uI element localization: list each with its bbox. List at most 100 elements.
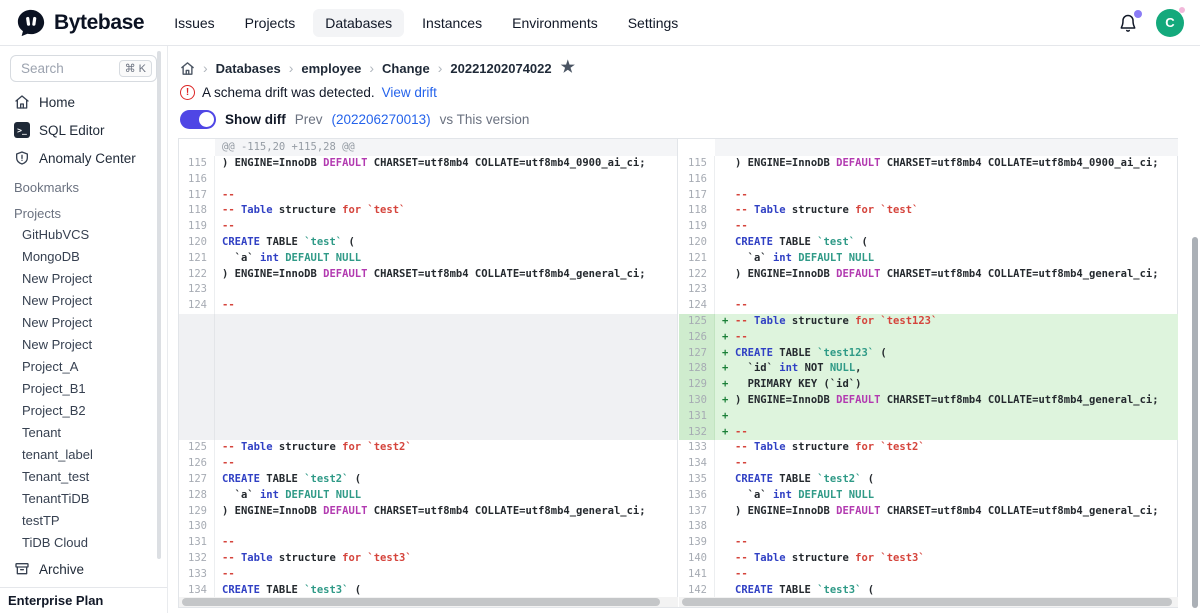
search-input[interactable]: Search ⌘ K <box>10 55 157 82</box>
line-number: 121 <box>679 251 715 267</box>
diff-row: 118 -- Table structure for `test` <box>679 203 1178 219</box>
nav-item-instances[interactable]: Instances <box>410 9 494 37</box>
avatar[interactable]: C <box>1156 9 1184 37</box>
diff-row: 123 <box>179 282 677 298</box>
line-number: 132 <box>179 551 215 567</box>
sidebar-project-githubvcs[interactable]: GitHubVCS <box>0 224 167 246</box>
added-marker: + <box>722 314 735 330</box>
sidebar-item-home[interactable]: Home <box>0 88 167 116</box>
diff-row: 134 -- <box>679 456 1178 472</box>
diff-left-hscrollbar[interactable] <box>179 597 678 607</box>
sidebar-project-mongodb[interactable]: MongoDB <box>0 246 167 268</box>
sidebar-project-project-b2[interactable]: Project_B2 <box>0 400 167 422</box>
search-placeholder: Search <box>21 61 119 76</box>
diff-row: 139 -- <box>679 535 1178 551</box>
show-diff-label: Show diff <box>225 112 286 127</box>
code-line: -- <box>215 298 677 314</box>
page-vertical-scrollbar[interactable] <box>1192 237 1198 608</box>
home-icon <box>14 94 30 110</box>
section-label-projects: Projects <box>0 198 167 224</box>
sidebar-item-sql-editor[interactable]: >_ SQL Editor <box>0 116 167 144</box>
sidebar-project-project-a[interactable]: Project_A <box>0 356 167 378</box>
chevron-right-icon: › <box>203 60 208 76</box>
sidebar-project-tenant[interactable]: Tenant <box>0 422 167 444</box>
view-drift-link[interactable]: View drift <box>382 85 437 100</box>
diff-marker-space <box>722 298 735 314</box>
prev-version-link[interactable]: (202206270013) <box>332 112 431 127</box>
diff-row: 135 CREATE TABLE `test2` ( <box>679 472 1178 488</box>
diff-row: 133 -- Table structure for `test2` <box>679 440 1178 456</box>
sidebar-project-tenanttidb[interactable]: TenantTiDB <box>0 488 167 510</box>
nav-item-projects[interactable]: Projects <box>233 9 308 37</box>
breadcrumb-item[interactable]: Databases <box>216 61 281 76</box>
navbar-right: C <box>1118 9 1184 37</box>
diff-row: 131-- <box>179 535 677 551</box>
diff-marker-space <box>722 156 735 172</box>
sidebar-item-label: SQL Editor <box>39 123 105 138</box>
code-line <box>715 282 1178 298</box>
sidebar-project-new-project[interactable]: New Project <box>0 268 167 290</box>
breadcrumb-item[interactable]: Change <box>382 61 430 76</box>
sidebar-project-tenant-label[interactable]: tenant_label <box>0 444 167 466</box>
sidebar: Search ⌘ K Home >_ SQL Editor Anomaly Ce… <box>0 46 168 613</box>
breadcrumb-item[interactable]: 20221202074022 <box>450 61 551 76</box>
line-number: 126 <box>679 330 715 346</box>
added-marker: + <box>722 377 735 393</box>
vs-label: vs This version <box>440 112 530 127</box>
line-number: 130 <box>179 519 215 535</box>
code-line <box>215 519 677 535</box>
show-diff-toggle[interactable] <box>180 110 216 129</box>
code-line: -- <box>215 188 677 204</box>
notifications-button[interactable] <box>1118 13 1138 33</box>
diff-row: 124-- <box>179 298 677 314</box>
brand[interactable]: Bytebase <box>16 8 144 38</box>
nav-item-settings[interactable]: Settings <box>616 9 691 37</box>
diff-row: 136 `a` int DEFAULT NULL <box>679 488 1178 504</box>
sidebar-project-tidb-cloud[interactable]: TiDB Cloud <box>0 532 167 554</box>
star-icon[interactable]: ★ <box>561 61 575 75</box>
diff-row: 141 -- <box>679 567 1178 583</box>
sidebar-project-new-project[interactable]: New Project <box>0 290 167 312</box>
breadcrumb-home-icon[interactable] <box>180 61 195 76</box>
diff-row: 117 -- <box>679 188 1178 204</box>
scrollbar-thumb[interactable] <box>682 598 1172 606</box>
diff-toggle-row: Show diff Prev (202206270013) vs This ve… <box>168 100 1200 129</box>
avatar-status-dot <box>1179 7 1185 13</box>
notification-dot <box>1134 10 1142 18</box>
breadcrumb: ›Databases›employee›Change›2022120207402… <box>168 46 1200 76</box>
code-line: + `id` int NOT NULL, <box>715 361 1178 377</box>
sidebar-item-archive[interactable]: Archive <box>0 555 167 583</box>
sidebar-project-project-b1[interactable]: Project_B1 <box>0 378 167 400</box>
line-number: 125 <box>679 314 715 330</box>
line-number: 122 <box>179 267 215 283</box>
sidebar-project-tenant-test[interactable]: Tenant_test <box>0 466 167 488</box>
code-line: -- <box>215 219 677 235</box>
code-line: +CREATE TABLE `test123` ( <box>715 346 1178 362</box>
sidebar-project-new-project[interactable]: New Project <box>0 312 167 334</box>
sidebar-project-new-project[interactable]: New Project <box>0 334 167 356</box>
code-line: +-- <box>715 425 1178 441</box>
scrollbar-thumb[interactable] <box>182 598 660 606</box>
code-line: CREATE TABLE `test2` ( <box>715 472 1178 488</box>
line-number: 126 <box>179 456 215 472</box>
code-line: -- Table structure for `test2` <box>215 440 677 456</box>
nav-item-issues[interactable]: Issues <box>162 9 226 37</box>
line-number: 124 <box>179 298 215 314</box>
diff-row: 117-- <box>179 188 677 204</box>
diff-marker-space <box>722 535 735 551</box>
line-number: 127 <box>679 346 715 362</box>
drift-banner: ! A schema drift was detected. View drif… <box>168 76 1200 100</box>
code-line: ) ENGINE=InnoDB DEFAULT CHARSET=utf8mb4 … <box>215 504 677 520</box>
nav-item-databases[interactable]: Databases <box>313 9 404 37</box>
diff-row: 125+-- Table structure for `test123` <box>679 314 1178 330</box>
sidebar-project-testtp[interactable]: testTP <box>0 510 167 532</box>
diff-row: 131+ <box>679 409 1178 425</box>
code-line <box>715 519 1178 535</box>
nav-item-environments[interactable]: Environments <box>500 9 610 37</box>
diff-right-hscrollbar[interactable] <box>679 597 1178 607</box>
code-line: -- <box>715 298 1178 314</box>
diff-marker-space <box>722 188 735 204</box>
breadcrumb-item[interactable]: employee <box>301 61 361 76</box>
sidebar-item-anomaly-center[interactable]: Anomaly Center <box>0 144 167 172</box>
sidebar-scrollbar[interactable] <box>157 51 161 559</box>
